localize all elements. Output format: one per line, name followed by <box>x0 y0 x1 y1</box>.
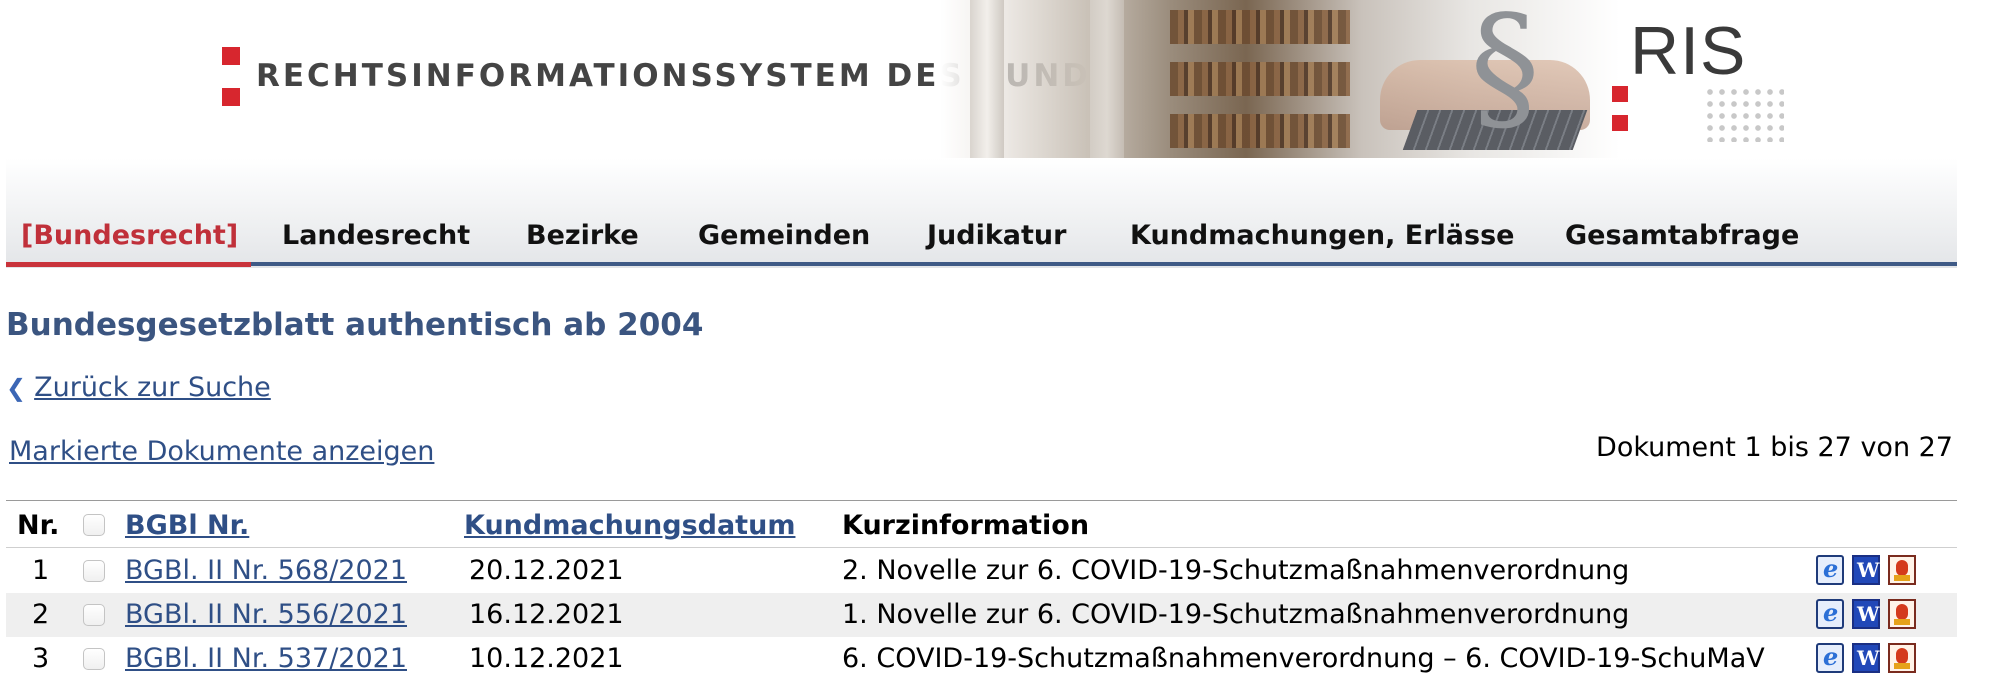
ris-logo-text: RIS <box>1630 13 1747 89</box>
tab-landesrecht[interactable]: Landesrecht <box>282 220 470 251</box>
page-title: Bundesgesetzblatt authentisch ab 2004 <box>6 307 704 343</box>
header-kurzinformation: Kurzinformation <box>842 510 1090 541</box>
table-row: 3 BGBl. II Nr. 537/2021 10.12.2021 6. CO… <box>6 637 1957 681</box>
html-document-icon[interactable] <box>1816 554 1844 585</box>
paragraph-symbol-icon: § <box>1470 0 1540 149</box>
publication-date: 16.12.2021 <box>469 599 624 630</box>
short-info: 1. Novelle zur 6. COVID-19-Schutzmaßnahm… <box>842 599 1630 630</box>
pdf-document-icon[interactable] <box>1888 555 1916 585</box>
publication-date: 10.12.2021 <box>469 643 624 674</box>
bgbl-link[interactable]: BGBl. II Nr. 568/2021 <box>125 555 407 586</box>
header-nr: Nr. <box>17 510 60 541</box>
ris-logo-dots <box>1704 86 1784 142</box>
document-format-icons <box>1816 598 1924 631</box>
tab-gemeinden[interactable]: Gemeinden <box>698 220 870 251</box>
document-format-icons <box>1816 554 1924 587</box>
row-checkbox[interactable] <box>83 560 105 582</box>
bgbl-link[interactable]: BGBl. II Nr. 537/2021 <box>125 643 407 674</box>
table-top-border <box>6 500 1957 501</box>
table-row: 2 BGBl. II Nr. 556/2021 16.12.2021 1. No… <box>6 593 1957 637</box>
document-format-icons <box>1816 642 1924 675</box>
html-document-icon[interactable] <box>1816 598 1844 629</box>
header-bgbl-sort-link[interactable]: BGBl Nr. <box>125 510 249 541</box>
tab-bezirke[interactable]: Bezirke <box>526 220 639 251</box>
chevron-left-icon: ❮ <box>6 374 27 402</box>
document-count: Dokument 1 bis 27 von 27 <box>1596 432 1953 463</box>
table-row: 1 BGBl. II Nr. 568/2021 20.12.2021 2. No… <box>6 549 1957 593</box>
html-document-icon[interactable] <box>1816 642 1844 673</box>
back-to-search-label[interactable]: Zurück zur Suche <box>34 372 271 403</box>
row-checkbox[interactable] <box>83 648 105 670</box>
pdf-document-icon[interactable] <box>1888 599 1916 629</box>
row-number: 2 <box>32 599 50 630</box>
nav-divider <box>6 262 1957 266</box>
site-banner: RECHTSINFORMATIONSSYSTEM DES BUNDES § RI… <box>0 0 2000 158</box>
short-info: 2. Novelle zur 6. COVID-19-Schutzmaßnahm… <box>842 555 1630 586</box>
tab-judikatur[interactable]: Judikatur <box>927 220 1066 251</box>
tab-gesamtabfrage[interactable]: Gesamtabfrage <box>1565 220 1799 251</box>
select-all-checkbox[interactable] <box>83 514 105 536</box>
row-number: 3 <box>32 643 50 674</box>
bgbl-link[interactable]: BGBl. II Nr. 556/2021 <box>125 599 407 630</box>
pdf-document-icon[interactable] <box>1888 643 1916 673</box>
show-marked-documents-link[interactable]: Markierte Dokumente anzeigen <box>9 436 434 467</box>
row-number: 1 <box>32 555 50 586</box>
short-info: 6. COVID-19-Schutzmaßnahmenverordnung – … <box>842 643 1765 674</box>
word-document-icon[interactable] <box>1852 599 1880 629</box>
publication-date: 20.12.2021 <box>469 555 624 586</box>
header-date-sort-link[interactable]: Kundmachungsdatum <box>464 510 795 541</box>
tab-bundesrecht[interactable]: [Bundesrecht] <box>21 220 238 251</box>
row-checkbox[interactable] <box>83 604 105 626</box>
active-tab-indicator <box>6 262 251 267</box>
word-document-icon[interactable] <box>1852 643 1880 673</box>
tab-kundmachungen-erlaesse[interactable]: Kundmachungen, Erlässe <box>1130 220 1514 251</box>
back-to-search-link[interactable]: ❮ Zurück zur Suche <box>6 372 271 403</box>
table-header-border <box>6 547 1957 548</box>
word-document-icon[interactable] <box>1852 555 1880 585</box>
main-navigation <box>6 158 1957 268</box>
